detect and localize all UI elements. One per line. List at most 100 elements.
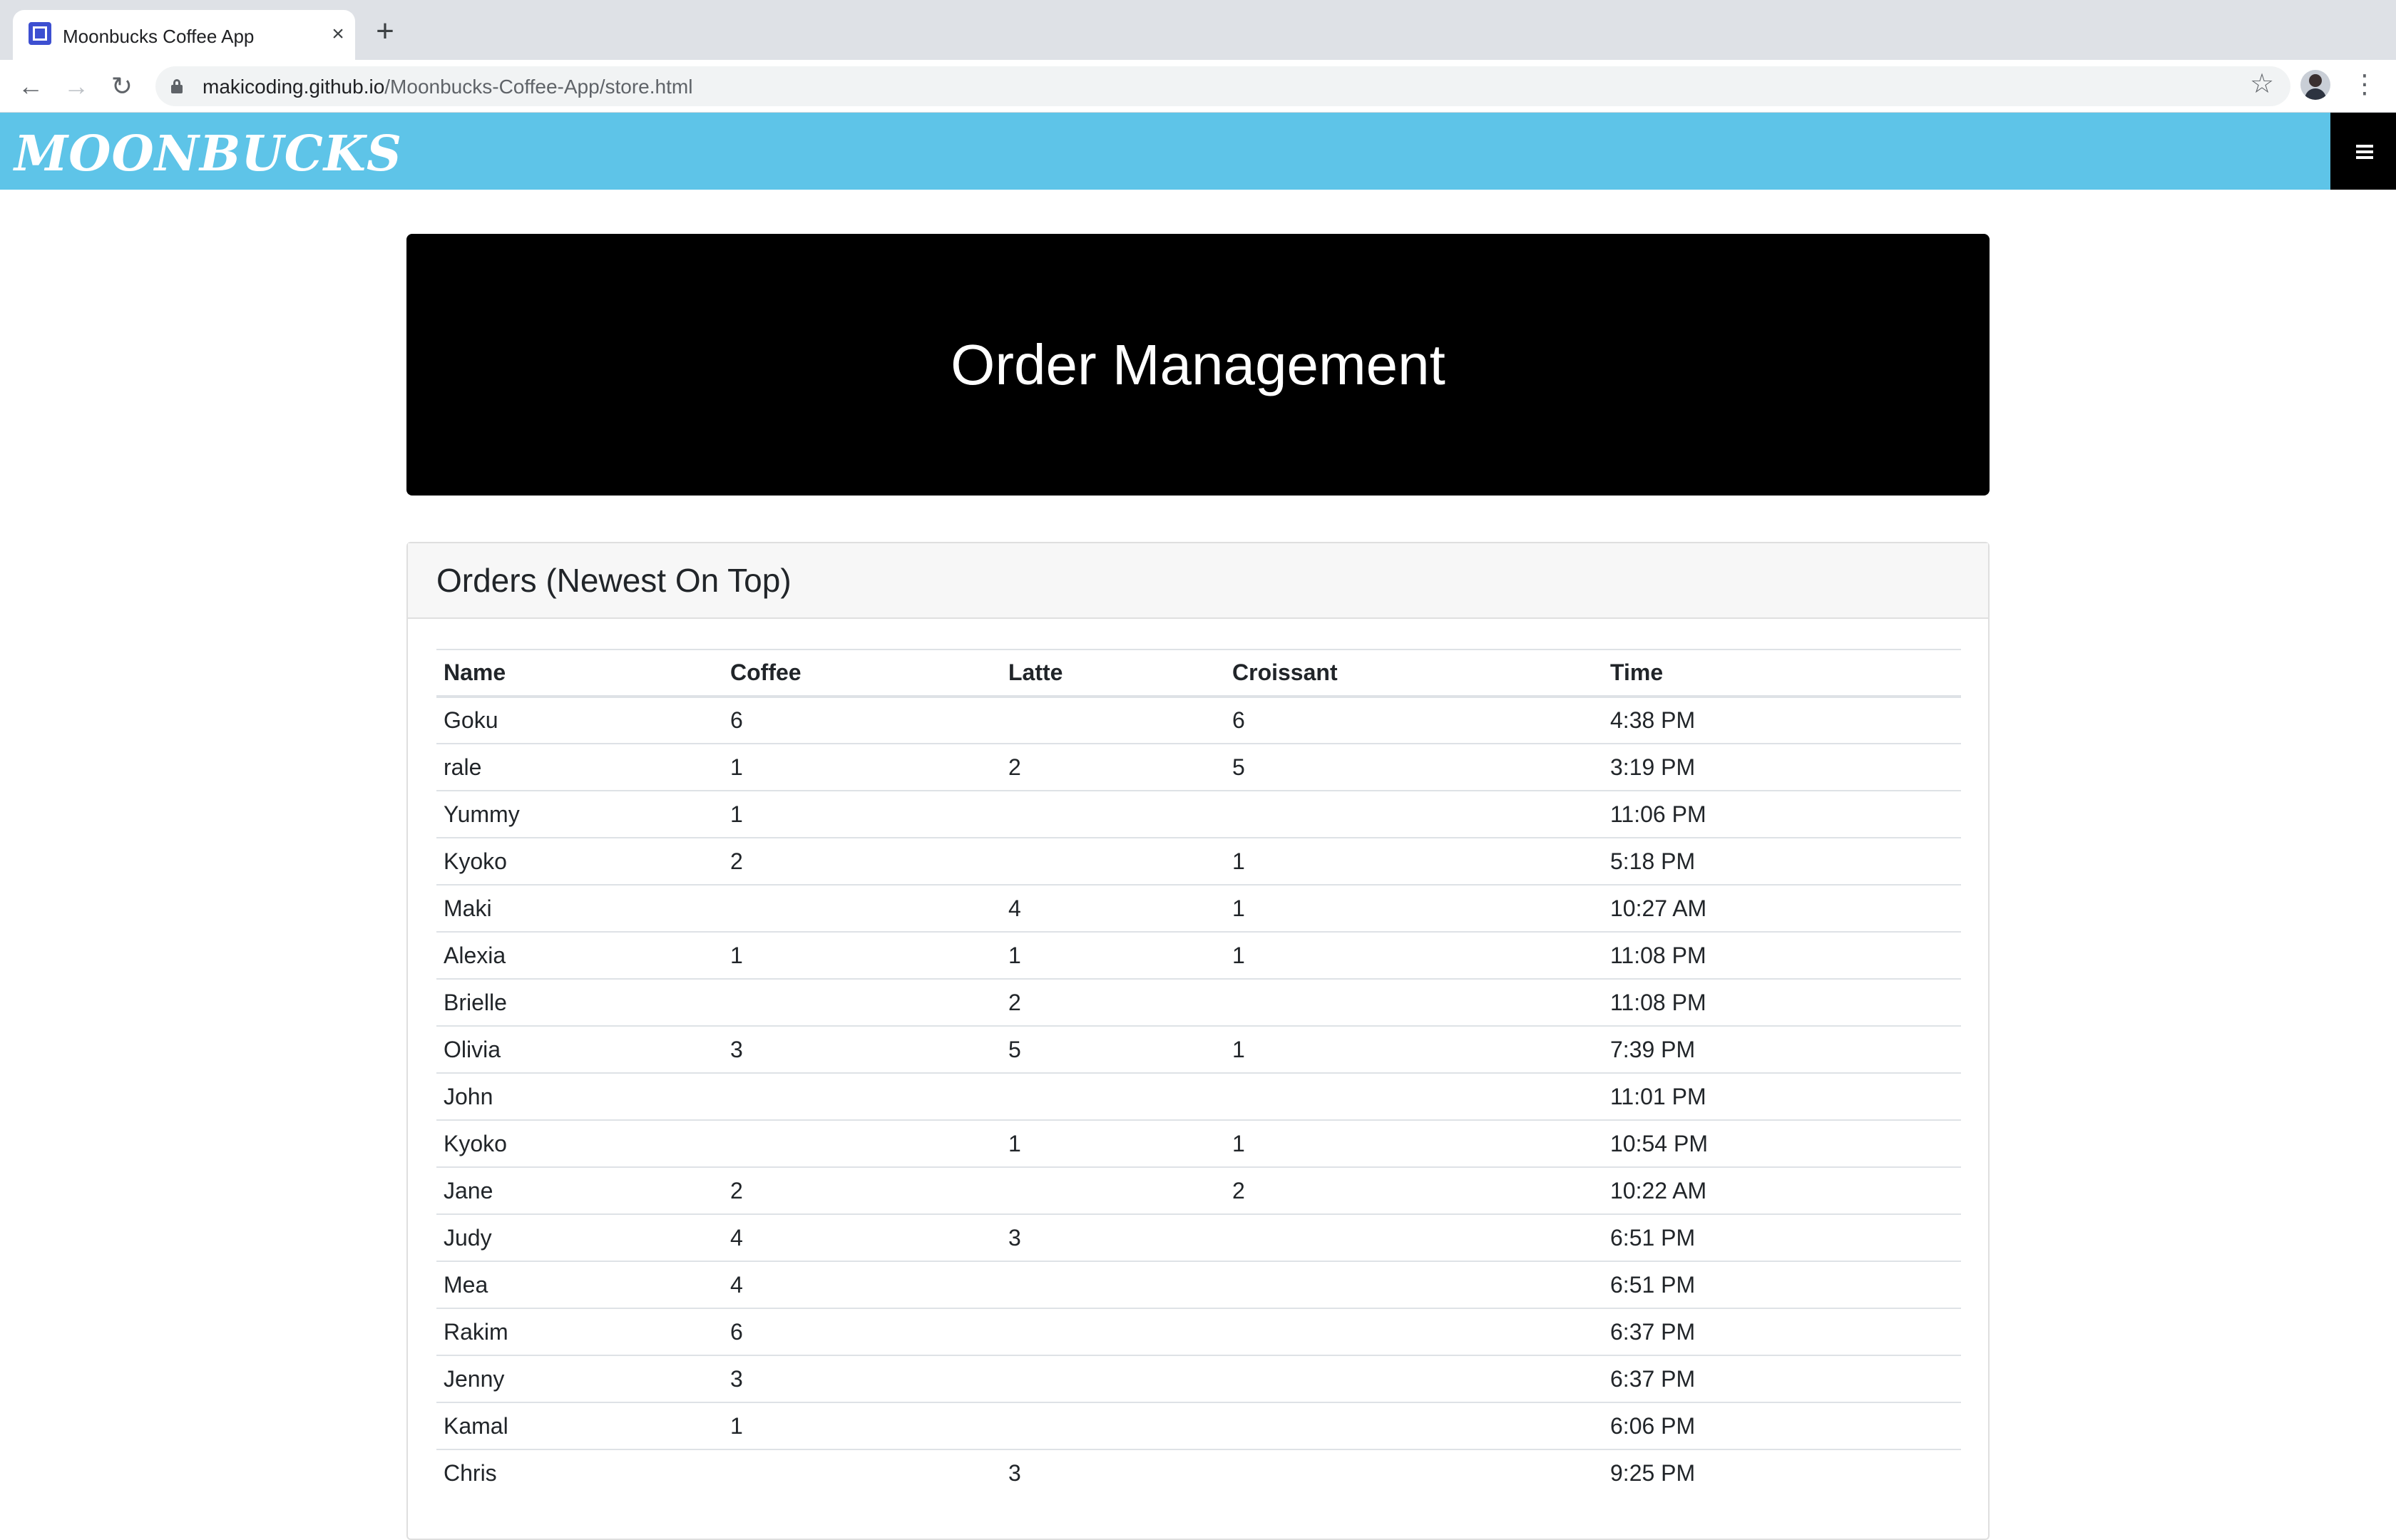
cell-coffee xyxy=(723,1119,1001,1167)
column-header-name: Name xyxy=(436,649,723,698)
table-row: Goku 6 6 4:38 PM xyxy=(436,696,1961,744)
table-row: Chris 3 9:25 PM xyxy=(436,1449,1961,1497)
cell-time: 10:22 AM xyxy=(1603,1166,1961,1214)
cell-croissant: 1 xyxy=(1225,1119,1603,1167)
cell-latte: 1 xyxy=(1001,931,1225,979)
cell-time: 6:37 PM xyxy=(1603,1308,1961,1355)
table-row: Judy 4 3 6:51 PM xyxy=(436,1213,1961,1261)
browser-tab[interactable]: Moonbucks Coffee App × xyxy=(13,10,355,60)
cell-name: Jenny xyxy=(436,1355,723,1402)
cell-latte: 2 xyxy=(1001,743,1225,791)
orders-table-body: Goku 6 6 4:38 PM rale 1 2 5 3:19 PM Yummy 1 11:06 P… xyxy=(436,696,1961,1497)
cell-coffee xyxy=(723,978,1001,1026)
browser-toolbar: ← → ↻ makicoding.github.io/Moonbucks-Cof… xyxy=(0,60,2396,113)
avatar[interactable] xyxy=(2300,70,2330,100)
forward-icon[interactable]: → xyxy=(60,70,93,103)
reload-icon[interactable]: ↻ xyxy=(106,70,138,103)
column-header-time: Time xyxy=(1603,649,1961,698)
cell-time: 3:19 PM xyxy=(1603,743,1961,791)
column-header-croissant: Croissant xyxy=(1225,649,1603,698)
cell-croissant: 1 xyxy=(1225,931,1603,979)
cell-latte xyxy=(1001,790,1225,838)
jumbotron: Order Management xyxy=(406,234,1990,496)
cell-name: Chris xyxy=(436,1449,723,1497)
cell-latte xyxy=(1001,1072,1225,1120)
cell-coffee xyxy=(723,884,1001,932)
cell-coffee: 2 xyxy=(723,837,1001,885)
cell-croissant: 1 xyxy=(1225,1025,1603,1073)
url-host: makicoding.github.io xyxy=(203,76,385,98)
hamburger-menu-icon[interactable] xyxy=(2330,113,2396,190)
cell-name: Mea xyxy=(436,1261,723,1308)
cell-croissant: 6 xyxy=(1225,696,1603,744)
cell-time: 11:08 PM xyxy=(1603,931,1961,979)
cell-time: 7:39 PM xyxy=(1603,1025,1961,1073)
table-row: Brielle 2 11:08 PM xyxy=(436,978,1961,1026)
url-text[interactable]: makicoding.github.io/Moonbucks-Coffee-Ap… xyxy=(203,76,692,98)
cell-name: Kamal xyxy=(436,1402,723,1449)
table-row: John 11:01 PM xyxy=(436,1072,1961,1120)
cell-time: 11:01 PM xyxy=(1603,1072,1961,1120)
cell-time: 10:27 AM xyxy=(1603,884,1961,932)
cell-croissant: 5 xyxy=(1225,743,1603,791)
address-bar[interactable]: makicoding.github.io/Moonbucks-Coffee-Ap… xyxy=(155,66,2290,106)
cell-croissant xyxy=(1225,1308,1603,1355)
orders-table: Name Coffee Latte Croissant Time Goku 6 6 4… xyxy=(436,649,1961,1497)
table-row: Alexia 1 1 1 11:08 PM xyxy=(436,931,1961,979)
table-row: Jane 2 2 10:22 AM xyxy=(436,1166,1961,1214)
tab-close-icon[interactable]: × xyxy=(324,20,352,48)
favicon-icon xyxy=(29,22,51,45)
cell-name: Olivia xyxy=(436,1025,723,1073)
cell-croissant: 1 xyxy=(1225,837,1603,885)
cell-name: rale xyxy=(436,743,723,791)
table-row: Mea 4 6:51 PM xyxy=(436,1261,1961,1308)
cell-time: 11:08 PM xyxy=(1603,978,1961,1026)
cell-time: 6:37 PM xyxy=(1603,1355,1961,1402)
cell-latte xyxy=(1001,1402,1225,1449)
cell-coffee: 1 xyxy=(723,931,1001,979)
cell-name: Jane xyxy=(436,1166,723,1214)
cell-coffee xyxy=(723,1072,1001,1120)
orders-card-header: Orders (Newest On Top) xyxy=(408,543,1988,619)
cell-name: Kyoko xyxy=(436,1119,723,1167)
table-row: Jenny 3 6:37 PM xyxy=(436,1355,1961,1402)
table-row: rale 1 2 5 3:19 PM xyxy=(436,743,1961,791)
tab-title: Moonbucks Coffee App xyxy=(63,26,255,47)
brand-logo[interactable]: MOONBUCKS xyxy=(14,125,402,183)
url-path: /Moonbucks-Coffee-App/store.html xyxy=(384,76,693,98)
table-header-row: Name Coffee Latte Croissant Time xyxy=(436,649,1961,698)
cell-coffee: 4 xyxy=(723,1261,1001,1308)
browser-menu-icon[interactable]: ⋮ xyxy=(2350,68,2379,100)
site-navbar: MOONBUCKS xyxy=(0,113,2396,190)
cell-time: 6:06 PM xyxy=(1603,1402,1961,1449)
cell-name: Rakim xyxy=(436,1308,723,1355)
cell-latte: 1 xyxy=(1001,1119,1225,1167)
cell-latte xyxy=(1001,1308,1225,1355)
cell-time: 6:51 PM xyxy=(1603,1213,1961,1261)
cell-time: 10:54 PM xyxy=(1603,1119,1961,1167)
table-row: Kamal 1 6:06 PM xyxy=(436,1402,1961,1449)
column-header-latte: Latte xyxy=(1001,649,1225,698)
cell-name: Goku xyxy=(436,696,723,744)
cell-latte: 4 xyxy=(1001,884,1225,932)
table-row: Maki 4 1 10:27 AM xyxy=(436,884,1961,932)
cell-latte: 3 xyxy=(1001,1213,1225,1261)
back-icon[interactable]: ← xyxy=(14,70,47,103)
bookmark-star-icon[interactable]: ☆ xyxy=(2246,68,2278,100)
cell-croissant xyxy=(1225,1449,1603,1497)
cell-croissant xyxy=(1225,1402,1603,1449)
cell-coffee: 6 xyxy=(723,696,1001,744)
lock-icon[interactable] xyxy=(171,79,183,93)
cell-latte xyxy=(1001,1355,1225,1402)
browser-tabstrip: Moonbucks Coffee App × + xyxy=(0,0,2396,60)
cell-croissant xyxy=(1225,1355,1603,1402)
cell-latte xyxy=(1001,837,1225,885)
cell-latte xyxy=(1001,1261,1225,1308)
cell-coffee: 6 xyxy=(723,1308,1001,1355)
cell-name: Yummy xyxy=(436,790,723,838)
cell-croissant xyxy=(1225,1261,1603,1308)
cell-latte: 5 xyxy=(1001,1025,1225,1073)
cell-coffee: 3 xyxy=(723,1355,1001,1402)
cell-name: Brielle xyxy=(436,978,723,1026)
new-tab-icon[interactable]: + xyxy=(369,16,401,48)
